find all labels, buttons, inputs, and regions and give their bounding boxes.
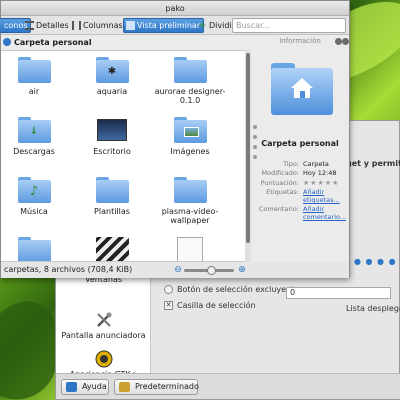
zoom-in-icon[interactable]: ⊕: [237, 265, 247, 275]
widget-style-label: get y permite: [346, 159, 400, 168]
file-item[interactable]: Plantillas: [73, 177, 151, 216]
zoom-slider-handle[interactable]: [207, 266, 216, 275]
split-icon: +: [198, 20, 207, 31]
info-panel-header: Información: [251, 35, 349, 48]
video-clapper-icon: [95, 237, 129, 261]
sidebar-item-splash-screen[interactable]: Pantalla anunciadora: [56, 311, 151, 340]
file-item[interactable]: Escritorio: [73, 117, 151, 156]
radio-circle: [164, 285, 173, 294]
folder-download-icon: ↓: [17, 117, 51, 143]
folder-game-icon: ✱: [95, 57, 129, 83]
info-title: Carpeta personal: [261, 139, 339, 148]
file-item[interactable]: plasma-video-wallpaper: [151, 177, 229, 225]
preview-button[interactable]: Vista preliminar: [123, 18, 205, 33]
home-folder-icon: [271, 63, 333, 115]
preview-icon: [126, 21, 135, 30]
columns-icon: [72, 21, 81, 30]
handle-dot: [253, 155, 257, 159]
file-item-partial[interactable]: [1, 237, 73, 261]
spin-box[interactable]: 0: [286, 287, 391, 299]
file-view[interactable]: air ✱ aquaria aurorae designer-0.1.0 ↓ D…: [1, 50, 245, 262]
breadcrumb[interactable]: Carpeta personal: [1, 35, 249, 50]
float-icon[interactable]: [335, 38, 342, 45]
list-icon: [25, 21, 34, 30]
folder-music-icon: ♪: [17, 177, 51, 203]
add-tags-link[interactable]: Añadir etiquetas...: [303, 188, 349, 204]
slider-dots: ● ● ● ● ● ●: [354, 257, 400, 266]
file-item-partial[interactable]: [151, 237, 229, 261]
radio-button[interactable]: Botón de selección excluyente: [164, 285, 299, 294]
rating-stars[interactable]: ★★★★★: [303, 179, 339, 187]
file-item[interactable]: ♪ Música: [1, 177, 73, 216]
details-view-button[interactable]: Detalles: [22, 18, 73, 33]
reset-icon: [119, 382, 130, 392]
folder-icon: [95, 177, 129, 203]
file-item[interactable]: ↓ Descargas: [1, 117, 73, 156]
status-text: carpetas, 8 archivos (708,4 KiB): [4, 265, 133, 274]
folder-images-icon: [173, 117, 207, 143]
file-item[interactable]: aurorae designer-0.1.0: [151, 57, 229, 105]
navigate-icon: [3, 38, 11, 46]
close-icon[interactable]: [342, 38, 349, 45]
settings-button-bar: Ayuda Predeterminado: [56, 373, 400, 399]
folder-icon: [17, 237, 51, 261]
columns-view-button[interactable]: Columnas: [69, 18, 127, 33]
file-item[interactable]: Imágenes: [151, 117, 229, 156]
toolbar: conos Detalles Columnas Vista preliminar…: [0, 16, 349, 35]
checkbox[interactable]: ✕ Casilla de selección: [164, 301, 256, 310]
window-title[interactable]: pako: [1, 1, 349, 16]
help-icon: [66, 382, 77, 392]
file-item[interactable]: air: [1, 57, 73, 96]
desktop-folder-icon: [97, 119, 127, 141]
sidebar-item-label: Pantalla anunciadora: [61, 331, 146, 340]
handle-dot: [253, 125, 257, 129]
file-item[interactable]: ✱ aquaria: [73, 57, 151, 96]
search-input[interactable]: Buscar...: [232, 18, 346, 33]
file-item-partial[interactable]: [73, 237, 151, 261]
dropdown-list[interactable]: Lista desplega: [346, 304, 400, 313]
tools-icon: [95, 311, 113, 329]
status-bar: carpetas, 8 archivos (708,4 KiB) ⊖ ⊕: [1, 262, 349, 278]
gtk-icon: [95, 350, 113, 368]
scrollbar-thumb[interactable]: [246, 53, 250, 243]
checkbox-box: ✕: [164, 301, 173, 310]
add-comment-link[interactable]: Añadir comentario...: [303, 205, 349, 221]
defaults-button[interactable]: Predeterminado: [114, 379, 199, 395]
folder-icon: [17, 57, 51, 83]
folder-icon: [173, 177, 207, 203]
help-button[interactable]: Ayuda: [61, 379, 109, 395]
information-panel: Información Carpeta personal Tipo: Carpe…: [251, 35, 349, 262]
document-icon: [177, 237, 203, 261]
zoom-out-icon[interactable]: ⊖: [173, 265, 183, 275]
file-manager-window: pako conos Detalles Columnas Vista preli…: [0, 0, 350, 278]
folder-icon: [173, 57, 207, 83]
